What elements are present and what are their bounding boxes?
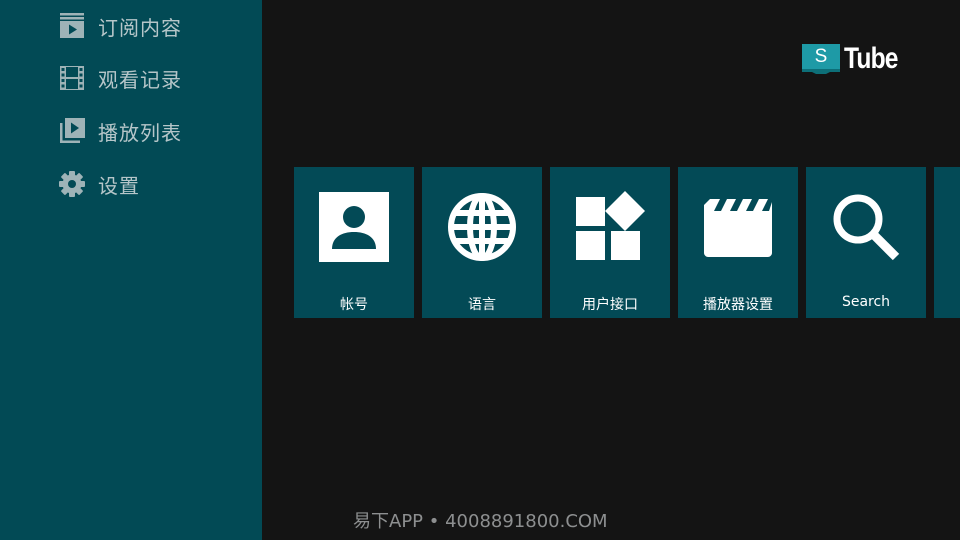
tile-player-settings[interactable]: 播放器设置	[678, 167, 798, 318]
app-logo: S Tube	[802, 42, 909, 76]
sidebar: 订阅内容 观看记录 播放列表 设置	[0, 0, 262, 540]
logo-badge: S	[802, 44, 840, 74]
sidebar-item-label: 订阅内容	[98, 15, 182, 40]
tile-language[interactable]: 语言	[422, 167, 542, 318]
tile-user-interface[interactable]: 用户接口	[550, 167, 670, 318]
sidebar-item-history[interactable]: 观看记录	[58, 58, 258, 98]
history-film-icon	[58, 64, 86, 92]
sidebar-item-subscriptions[interactable]: 订阅内容	[58, 6, 258, 46]
clapperboard-icon	[702, 191, 774, 263]
sidebar-item-label: 设置	[98, 173, 140, 198]
sidebar-item-settings[interactable]: 设置	[58, 164, 258, 204]
sidebar-item-label: 播放列表	[98, 120, 182, 145]
tile-account[interactable]: 帐号	[294, 167, 414, 318]
sidebar-item-playlist[interactable]: 播放列表	[58, 111, 258, 151]
search-icon	[830, 191, 902, 263]
tile-label: 播放器设置	[703, 297, 773, 313]
interface-widgets-icon	[574, 191, 646, 263]
playlist-icon	[58, 117, 86, 145]
settings-tiles-row: 帐号 语言 用户接口 播放器设置 Search	[294, 167, 960, 318]
account-icon	[318, 191, 390, 263]
tile-partial[interactable]	[934, 167, 960, 318]
logo-badge-letter: S	[814, 46, 828, 67]
tile-label: 语言	[468, 297, 496, 313]
logo-text: Tube	[844, 42, 898, 75]
globe-icon	[446, 191, 518, 263]
tile-search[interactable]: Search	[806, 167, 926, 318]
gear-icon	[58, 170, 86, 198]
subscriptions-icon	[58, 12, 86, 40]
tile-label: 帐号	[340, 297, 368, 313]
watermark-text: 易下APP • 4008891800.COM	[353, 511, 608, 532]
tile-label: 用户接口	[582, 297, 638, 313]
sidebar-item-label: 观看记录	[98, 67, 182, 92]
tile-label: Search	[841, 294, 891, 310]
